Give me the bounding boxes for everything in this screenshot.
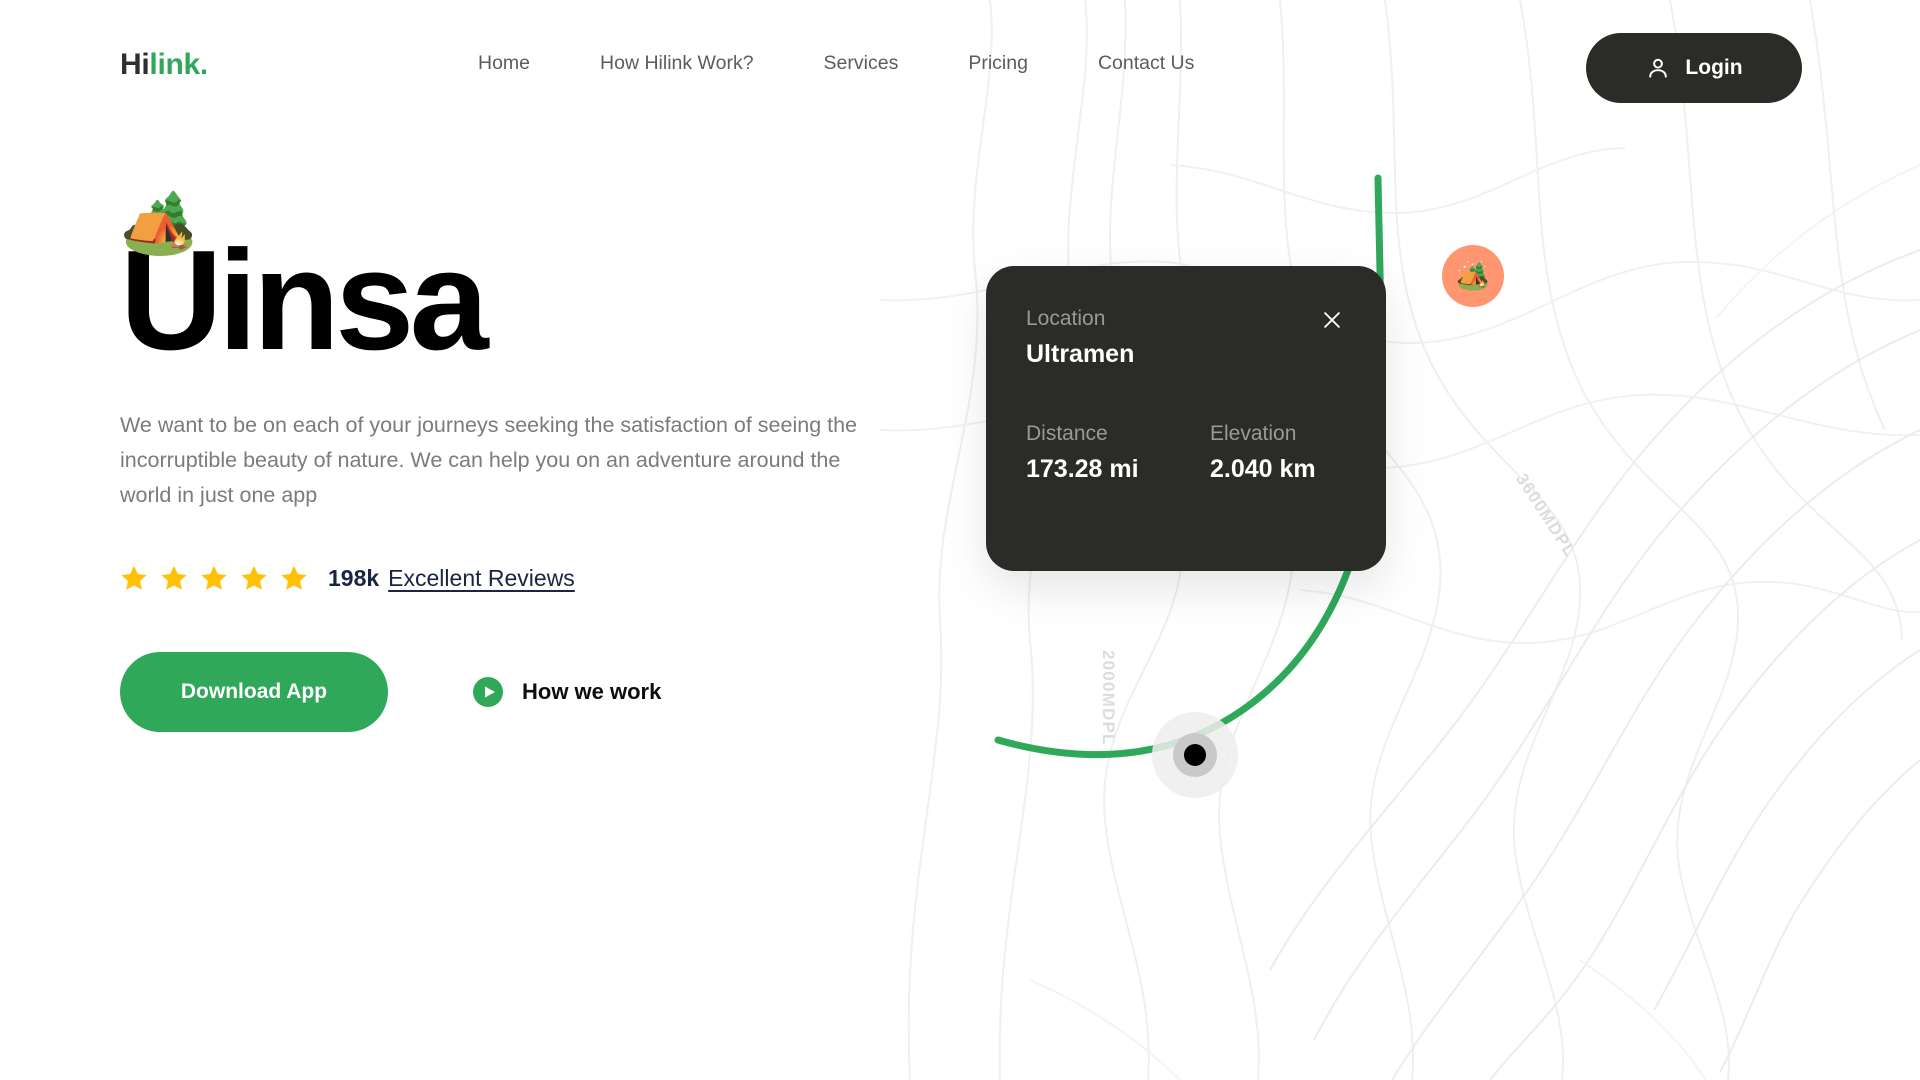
site-header: Hilink. Home How Hilink Work? Services P… [0,0,1920,120]
close-icon [1324,312,1340,328]
nav-item-pricing[interactable]: Pricing [968,52,1028,75]
star-icon [241,566,267,591]
star-icon [201,566,227,591]
user-icon [1649,58,1668,78]
nav-item-services[interactable]: Services [824,52,899,75]
reviews-count: 198k [328,564,380,591]
login-button[interactable]: Login [1586,33,1802,103]
brand-logo-part2: link. [149,48,208,81]
distance-value: 173.28 mi [1026,455,1139,484]
nav-item-how-hilink-work[interactable]: How Hilink Work? [600,52,754,75]
play-circle-icon [473,677,503,708]
excellent-reviews-link[interactable]: Excellent Reviews [388,565,575,592]
reviews-row: 198k Excellent Reviews [120,564,880,592]
main-navigation: Home How Hilink Work? Services Pricing C… [478,52,1194,75]
elevation-label-2000: 2000MDPL [1099,650,1118,746]
nav-item-contact-us[interactable]: Contact Us [1098,52,1194,75]
location-label: Location [1026,307,1106,330]
location-block: Location Ultramen [1026,306,1134,369]
star-icon [121,566,147,591]
route-start-marker[interactable] [1152,712,1238,798]
how-we-work-label: How we work [522,679,662,705]
hero-description: We want to be on each of your journeys s… [120,413,858,507]
how-we-work-button[interactable]: How we work [472,676,661,708]
elevation-stat: Elevation 2.040 km [1210,421,1358,484]
distance-label: Distance [1026,422,1108,446]
download-app-button[interactable]: Download App [120,652,388,733]
elevation-label: Elevation [1210,422,1297,446]
tent-icon: 🏕️ [1456,261,1490,291]
campsite-map-pin[interactable]: 🏕️ [1442,245,1504,321]
reviews-summary: 198k Excellent Reviews [328,565,575,592]
landing-page: 3600MDPL 2000MDPL 🏕️ Hilink. Home How Hi… [0,0,1920,1080]
distance-stat: Distance 173.28 mi [1026,421,1174,484]
hero-title-wrap: 🏕️ Uinsa [120,192,880,390]
star-icon [161,566,187,591]
star-icon [281,566,307,591]
hero-section: 🏕️ Uinsa We want to be on each of your j… [120,192,880,733]
star-rating [120,564,308,592]
camping-tent-icon: 🏕️ [120,188,198,257]
brand-logo[interactable]: Hilink. [120,50,208,80]
login-button-label: Login [1685,56,1743,79]
close-card-button[interactable] [1318,306,1346,334]
nav-item-home[interactable]: Home [478,52,530,75]
cta-row: Download App How we work [120,652,880,733]
location-info-card: Location Ultramen Distance 173.28 mi Ele… [986,266,1386,571]
start-marker-dot [1184,744,1206,766]
elevation-label-3600: 3600MDPL [1512,470,1581,561]
elevation-value: 2.040 km [1210,455,1316,484]
location-value: Ultramen [1026,340,1135,369]
card-header: Location Ultramen [1026,306,1346,369]
card-stats: Distance 173.28 mi Elevation 2.040 km [1026,421,1346,484]
brand-logo-part1: Hi [120,48,150,81]
